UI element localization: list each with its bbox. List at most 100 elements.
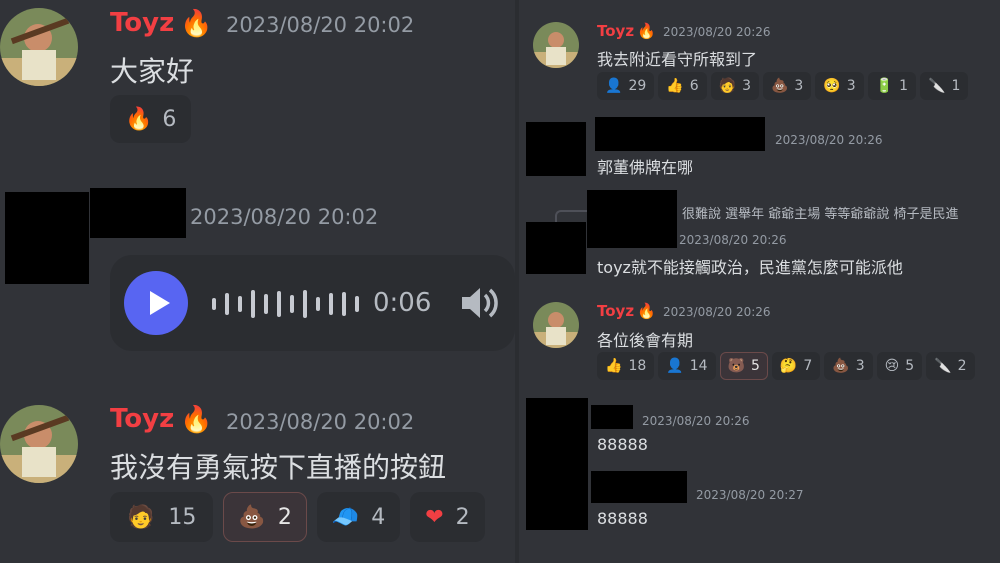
reaction-count: 2 bbox=[957, 358, 967, 374]
left-chat-panel: Toyz 🔥 2023/08/20 20:02 大家好 🔥 6 2023/08/… bbox=[0, 0, 515, 563]
poop-icon: 💩 bbox=[832, 358, 850, 374]
reaction-count: 3 bbox=[846, 78, 856, 94]
message-timestamp: 2023/08/20 20:26 bbox=[775, 133, 883, 147]
reaction-count: 6 bbox=[162, 106, 177, 132]
reaction-poop[interactable]: 💩 3 bbox=[824, 352, 873, 380]
reaction-count: 3 bbox=[794, 78, 804, 94]
reaction-count: 14 bbox=[689, 358, 708, 374]
knife-icon: 🔪 bbox=[928, 78, 946, 94]
toyz-avatar[interactable] bbox=[533, 302, 579, 348]
redacted-username bbox=[595, 117, 765, 151]
author-name[interactable]: Toyz bbox=[110, 404, 174, 434]
fire-badge-icon: 🔥 bbox=[180, 9, 213, 39]
reaction-thumbs-up[interactable]: 👍 18 bbox=[597, 352, 655, 380]
cap-icon: 🧢 bbox=[331, 504, 360, 530]
reaction-fire[interactable]: 🔥 6 bbox=[110, 95, 192, 143]
message-text: toyz就不能接觸政治，民進黨怎麼可能派他 bbox=[597, 258, 903, 277]
reaction-count: 2 bbox=[277, 504, 292, 530]
message-timestamp: 2023/08/20 20:02 bbox=[190, 205, 379, 229]
author-name[interactable]: Toyz bbox=[597, 302, 634, 320]
heart-icon: ❤ bbox=[425, 504, 444, 530]
reaction-thinking[interactable]: 🤔 7 bbox=[771, 352, 821, 380]
reaction-count: 4 bbox=[371, 504, 386, 530]
redacted-username bbox=[591, 405, 633, 429]
message-text: 我沒有勇氣按下直播的按鈕 bbox=[110, 451, 447, 484]
reaction-bar: 👤 29 👍 6 🧑 3 💩 3 🥺 3 🔋 1 🔪 1 bbox=[597, 72, 969, 100]
message-timestamp: 2023/08/20 20:27 bbox=[696, 488, 804, 502]
knife-icon: 🔪 bbox=[934, 358, 952, 374]
reaction-count: 6 bbox=[689, 78, 699, 94]
reaction-battery[interactable]: 🔋 1 bbox=[867, 72, 917, 100]
message-timestamp: 2023/08/20 20:26 bbox=[663, 25, 771, 39]
reaction-face-sticker[interactable]: 🧑 15 bbox=[110, 492, 214, 542]
bear-icon: 🐻 bbox=[727, 358, 745, 374]
redacted-avatar bbox=[5, 192, 89, 284]
sticker-icon: 👤 bbox=[605, 78, 623, 94]
reaction-bar: 👍 18 👤 14 🐻 5 🤔 7 💩 3 😢 5 🔪 2 bbox=[597, 352, 975, 380]
voice-duration: 0:06 bbox=[373, 288, 432, 318]
message-timestamp: 2023/08/20 20:26 bbox=[642, 414, 750, 428]
toyz-avatar[interactable] bbox=[533, 22, 579, 68]
reaction-sticker[interactable]: 👤 29 bbox=[597, 72, 655, 100]
redacted-avatar bbox=[526, 122, 586, 176]
toyz-avatar[interactable] bbox=[0, 8, 78, 86]
pleading-icon: 🥺 bbox=[823, 78, 841, 94]
battery-icon: 🔋 bbox=[875, 78, 894, 94]
reaction-count: 3 bbox=[855, 358, 865, 374]
redacted-avatar bbox=[526, 398, 588, 530]
reaction-count: 7 bbox=[803, 358, 813, 374]
reply-preview[interactable]: 很難說 選舉年 爺爺主場 等等爺爺說 椅子是民進 bbox=[682, 203, 959, 222]
reaction-count: 15 bbox=[168, 504, 197, 530]
face-sticker-icon: 🧑 bbox=[127, 504, 155, 530]
reaction-thumbs-up[interactable]: 👍 6 bbox=[658, 72, 707, 100]
reaction-crying[interactable]: 😢 5 bbox=[876, 352, 923, 380]
reaction-poop[interactable]: 💩 2 bbox=[223, 492, 307, 542]
poop-icon: 💩 bbox=[238, 504, 266, 530]
redacted-username bbox=[90, 188, 186, 238]
waveform[interactable] bbox=[212, 289, 368, 319]
message-text: 我去附近看守所報到了 bbox=[597, 50, 758, 69]
message-timestamp: 2023/08/20 20:02 bbox=[226, 13, 415, 37]
reaction-pleading[interactable]: 🥺 3 bbox=[815, 72, 864, 100]
message-timestamp: 2023/08/20 20:02 bbox=[226, 410, 415, 434]
sticker-icon: 👤 bbox=[666, 358, 684, 374]
author-name[interactable]: Toyz bbox=[110, 8, 174, 38]
reaction-poop[interactable]: 💩 3 bbox=[762, 72, 812, 100]
poop-icon: 💩 bbox=[770, 78, 789, 94]
face-icon: 🧑 bbox=[718, 78, 737, 94]
fire-icon: 🔥 bbox=[125, 106, 153, 132]
reaction-knife[interactable]: 🔪 2 bbox=[926, 352, 975, 380]
reaction-bear[interactable]: 🐻 5 bbox=[719, 352, 768, 380]
thinking-icon: 🤔 bbox=[779, 358, 798, 374]
message-text: 各位後會有期 bbox=[597, 331, 694, 350]
reaction-heart[interactable]: ❤ 2 bbox=[410, 492, 485, 542]
reaction-sticker[interactable]: 👤 14 bbox=[658, 352, 716, 380]
fire-badge-icon: 🔥 bbox=[180, 405, 213, 435]
volume-icon[interactable] bbox=[458, 284, 500, 326]
reaction-count: 3 bbox=[742, 78, 751, 94]
fire-badge-icon: 🔥 bbox=[637, 22, 656, 40]
thumbs-up-icon: 👍 bbox=[666, 78, 684, 94]
reaction-cap[interactable]: 🧢 4 bbox=[316, 492, 401, 542]
message-text: 大家好 bbox=[110, 55, 195, 88]
reaction-count: 29 bbox=[628, 78, 647, 94]
message-text: 郭董佛牌在哪 bbox=[597, 158, 694, 177]
reaction-face[interactable]: 🧑 3 bbox=[710, 72, 759, 100]
crying-icon: 😢 bbox=[884, 358, 900, 374]
message-text: 88888 bbox=[597, 435, 648, 454]
reaction-bar: 🔥 6 bbox=[110, 95, 192, 143]
play-button[interactable] bbox=[124, 271, 188, 335]
reaction-count: 2 bbox=[455, 504, 470, 530]
toyz-avatar[interactable] bbox=[0, 405, 78, 483]
thumbs-up-icon: 👍 bbox=[605, 358, 623, 374]
right-chat-panel: Toyz 🔥 2023/08/20 20:26 我去附近看守所報到了 👤 29 👍… bbox=[519, 0, 1000, 563]
reaction-bar: 🧑 15 💩 2 🧢 4 ❤ 2 bbox=[110, 492, 485, 542]
reaction-knife[interactable]: 🔪 1 bbox=[920, 72, 969, 100]
redacted-avatar bbox=[526, 222, 586, 274]
redacted-username bbox=[591, 471, 687, 503]
reaction-count: 18 bbox=[628, 358, 647, 374]
voice-message: 0:06 bbox=[110, 255, 515, 351]
reaction-count: 5 bbox=[750, 358, 760, 374]
author-name[interactable]: Toyz bbox=[597, 22, 634, 40]
message-timestamp: 2023/08/20 20:26 bbox=[663, 305, 771, 319]
